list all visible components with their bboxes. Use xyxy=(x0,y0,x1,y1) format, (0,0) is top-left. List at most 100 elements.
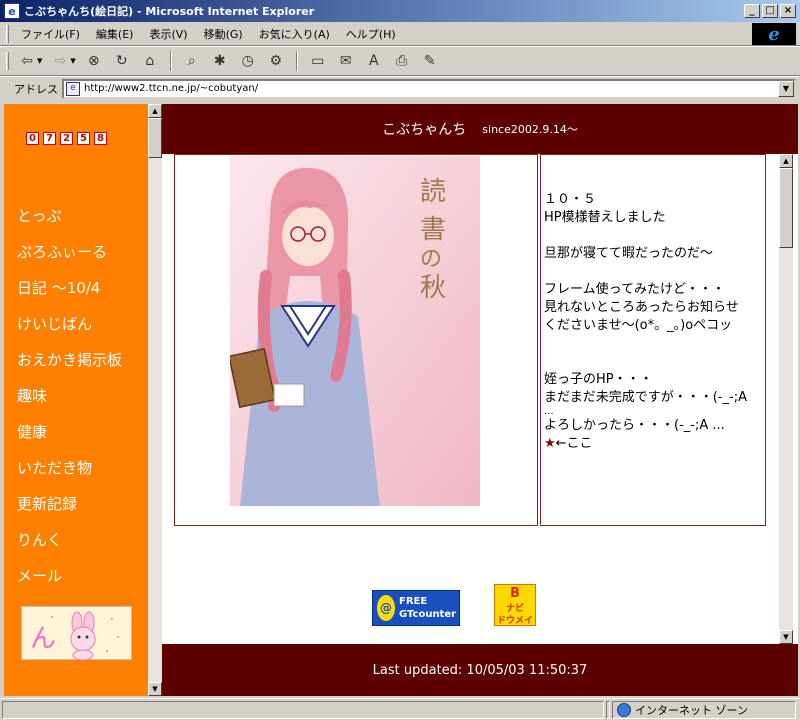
nav-frame-scrollbar[interactable]: ▲ ▼ xyxy=(148,104,162,696)
nav-updates[interactable]: 更新記録 xyxy=(17,492,122,528)
ie-logo: e xyxy=(752,23,796,45)
scroll-thumb[interactable] xyxy=(779,168,793,248)
globe-icon xyxy=(617,702,631,717)
menu-bar: ファイル(F) 編集(E) 表示(V) 移動(G) お気に入り(A) ヘルプ(H… xyxy=(0,22,800,46)
maximize-button[interactable]: □ xyxy=(762,4,778,18)
tools-icon[interactable]: ⚙ xyxy=(264,50,288,72)
nav-profile[interactable]: ぷろふぃーる xyxy=(17,240,122,276)
menu-file[interactable]: ファイル(F) xyxy=(13,24,88,44)
menu-help[interactable]: ヘルプ(H) xyxy=(338,24,404,44)
site-since: since2002.9.14～ xyxy=(482,123,578,136)
window-title-bar: e こぶちゃんち(絵日記) - Microsoft Internet Explo… xyxy=(0,0,800,22)
menu-favorites[interactable]: お気に入り(A) xyxy=(251,24,338,44)
news-line: ... xyxy=(544,406,554,417)
news-line: 旦那が寝てて暇だったのだ～ xyxy=(544,246,714,261)
counter-digit: 2 xyxy=(60,132,73,145)
news-line xyxy=(544,335,774,353)
stop-icon[interactable]: ⊗ xyxy=(82,50,106,72)
address-url[interactable]: http://www2.ttcn.ne.jp/~cobutyan/ xyxy=(84,83,778,94)
reading-girl-illustration: 読 書 の 秋 xyxy=(228,156,480,506)
edit-icon[interactable]: ✎ xyxy=(418,50,442,72)
caption-char: 秋 xyxy=(420,273,446,303)
home-icon[interactable]: ⌂ xyxy=(138,50,162,72)
nav-mail[interactable]: メール xyxy=(17,564,122,600)
news-line xyxy=(544,353,774,371)
site-footer: Last updated: 10/05/03 11:50:37 xyxy=(162,644,798,696)
scroll-up-icon[interactable]: ▲ xyxy=(779,154,793,168)
access-counter: 0 7 2 5 8 xyxy=(26,132,107,145)
caption-char: の xyxy=(420,247,442,272)
bunny-banner[interactable]: ん xyxy=(21,606,132,661)
bunny-letter-icon: ん xyxy=(30,624,56,654)
nav-frame: 0 7 2 5 8 とっぷ ぷろふぃーる 日記 ～10/4 けいじばん おえかき… xyxy=(4,104,148,696)
browser-content: 0 7 2 5 8 とっぷ ぷろふぃーる 日記 ～10/4 けいじばん おえかき… xyxy=(4,104,798,696)
toolbar-separator xyxy=(295,51,298,71)
nav-hobby[interactable]: 趣味 xyxy=(17,384,122,420)
back-dropdown-icon[interactable]: ▼ xyxy=(37,57,42,65)
page-icon: e xyxy=(66,81,80,96)
counter-digit: 0 xyxy=(26,132,39,145)
favorites-icon[interactable]: ✱ xyxy=(208,50,232,72)
nav-bbs[interactable]: けいじばん xyxy=(17,312,122,348)
news-line: くださいませ～(o*。_。)oペコッ xyxy=(544,318,733,333)
news-line: よろしかったら・・・(-_-;A ... xyxy=(544,418,725,433)
gt-counter-icon: @ xyxy=(377,595,395,621)
menu-edit[interactable]: 編集(E) xyxy=(88,24,142,44)
menu-grip xyxy=(6,24,9,43)
scroll-down-icon[interactable]: ▼ xyxy=(779,630,793,644)
history-icon[interactable]: ◷ xyxy=(236,50,260,72)
main-frame-scrollbar[interactable]: ▲ ▼ xyxy=(779,154,793,644)
back-icon[interactable]: ⇦ xyxy=(15,50,39,72)
status-text-cell xyxy=(2,700,604,719)
b-badge-sub: ナビ xyxy=(505,604,524,614)
nav-top[interactable]: とっぷ xyxy=(17,204,122,240)
gt-counter-badge[interactable]: @ FREE GTcounter xyxy=(372,590,460,626)
scroll-up-icon[interactable]: ▲ xyxy=(148,104,162,118)
site-nav: とっぷ ぷろふぃーる 日記 ～10/4 けいじばん おえかき掲示板 趣味 健康 … xyxy=(17,204,122,600)
scroll-down-icon[interactable]: ▼ xyxy=(148,682,162,696)
minimize-button[interactable]: _ xyxy=(744,4,760,18)
status-bar: インターネット ゾーン xyxy=(0,698,800,720)
address-dropdown-icon[interactable]: ▼ xyxy=(778,80,794,97)
nav-diary[interactable]: 日記 ～10/4 xyxy=(17,276,122,312)
news-line xyxy=(544,227,774,245)
menu-view[interactable]: 表示(V) xyxy=(141,24,195,44)
star-link-icon[interactable]: ★ xyxy=(544,436,556,451)
counter-digit: 8 xyxy=(94,132,107,145)
forward-dropdown-icon[interactable]: ▼ xyxy=(70,57,75,65)
nav-gifts[interactable]: いただき物 xyxy=(17,456,122,492)
news-link-text[interactable]: ←ここ xyxy=(556,436,593,451)
nav-oekaki[interactable]: おえかき掲示板 xyxy=(17,348,122,384)
fullscreen-icon[interactable]: ▭ xyxy=(306,50,330,72)
nav-health[interactable]: 健康 xyxy=(17,420,122,456)
news-line: 姪っ子のHP・・・ xyxy=(544,372,653,387)
close-button[interactable]: × xyxy=(780,4,796,18)
news-column: １０・５ HP模様替えしました 旦那が寝てて暇だったのだ～ フレーム使ってみたけ… xyxy=(544,191,774,453)
caption-char: 読 xyxy=(420,177,446,207)
forward-icon[interactable]: ⇨ xyxy=(48,50,72,72)
last-updated: Last updated: 10/05/03 11:50:37 xyxy=(372,662,588,678)
news-line: 見れないところあったらお知らせ xyxy=(544,300,739,315)
nav-links[interactable]: りんく xyxy=(17,528,122,564)
window-title: こぶちゃんち(絵日記) - Microsoft Internet Explore… xyxy=(24,5,315,18)
news-date: １０・５ xyxy=(544,192,597,207)
mail-icon[interactable]: ✉ xyxy=(334,50,358,72)
b-navi-badge[interactable]: B ナビ ドウメイ xyxy=(494,584,536,626)
font-icon[interactable]: A xyxy=(362,50,386,72)
print-icon[interactable]: ⎙ xyxy=(390,50,414,72)
b-badge-main: B xyxy=(510,586,520,601)
scroll-thumb[interactable] xyxy=(148,118,162,158)
search-icon[interactable]: ⌕ xyxy=(180,50,204,72)
counter-digit: 7 xyxy=(43,132,56,145)
news-line: フレーム使ってみたけど・・・ xyxy=(544,282,725,297)
menu-go[interactable]: 移動(G) xyxy=(196,24,251,44)
toolbar-grip xyxy=(6,52,9,70)
refresh-icon[interactable]: ↻ xyxy=(110,50,134,72)
gt-badge-line: GTcounter xyxy=(399,609,457,620)
toolbar-separator xyxy=(169,51,172,71)
address-field[interactable]: e http://www2.ttcn.ne.jp/~cobutyan/ ▼ xyxy=(62,78,796,99)
ie-page-icon: e xyxy=(4,3,20,19)
caption-char: 書 xyxy=(420,215,446,245)
site-title: こぶちゃんち xyxy=(382,122,467,138)
address-label: アドレス xyxy=(14,82,58,96)
